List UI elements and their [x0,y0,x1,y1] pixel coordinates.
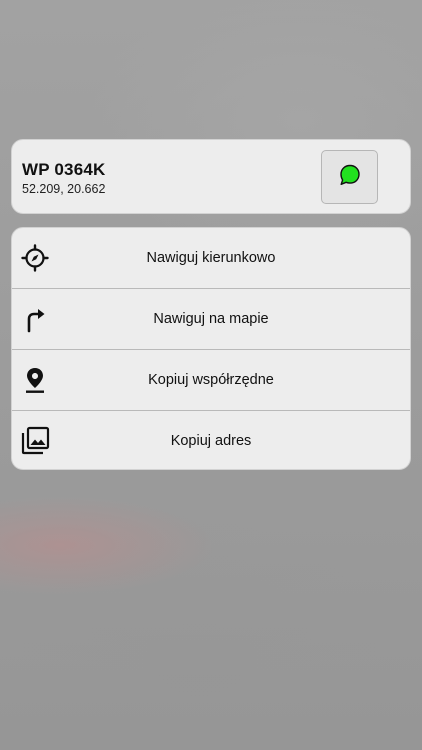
menu-item-copy-address[interactable]: Kopiuj adres [12,411,410,469]
menu-item-label: Nawiguj na mapie [153,311,269,327]
menu-item-navigate-direction[interactable]: Nawiguj kierunkowo [12,228,410,289]
menu-item-label: Kopiuj adres [170,433,252,449]
waypoint-coordinates: 52.209, 20.662 [22,182,106,196]
menu-item-copy-coordinates[interactable]: Kopiuj współrzędne [12,350,410,411]
menu-item-navigate-map[interactable]: Nawiguj na mapie [12,289,410,350]
menu-item-label: Kopiuj współrzędne [148,372,274,388]
actions-menu: Nawiguj kierunkowo Nawiguj na mapie Kopi… [11,227,411,470]
menu-item-label: Nawiguj kierunkowo [146,250,276,266]
waypoint-title: WP 0364K [22,160,106,179]
message-button[interactable] [321,150,378,204]
chat-bubble-icon [338,163,362,192]
waypoint-header-card: WP 0364K 52.209, 20.662 [11,139,411,214]
